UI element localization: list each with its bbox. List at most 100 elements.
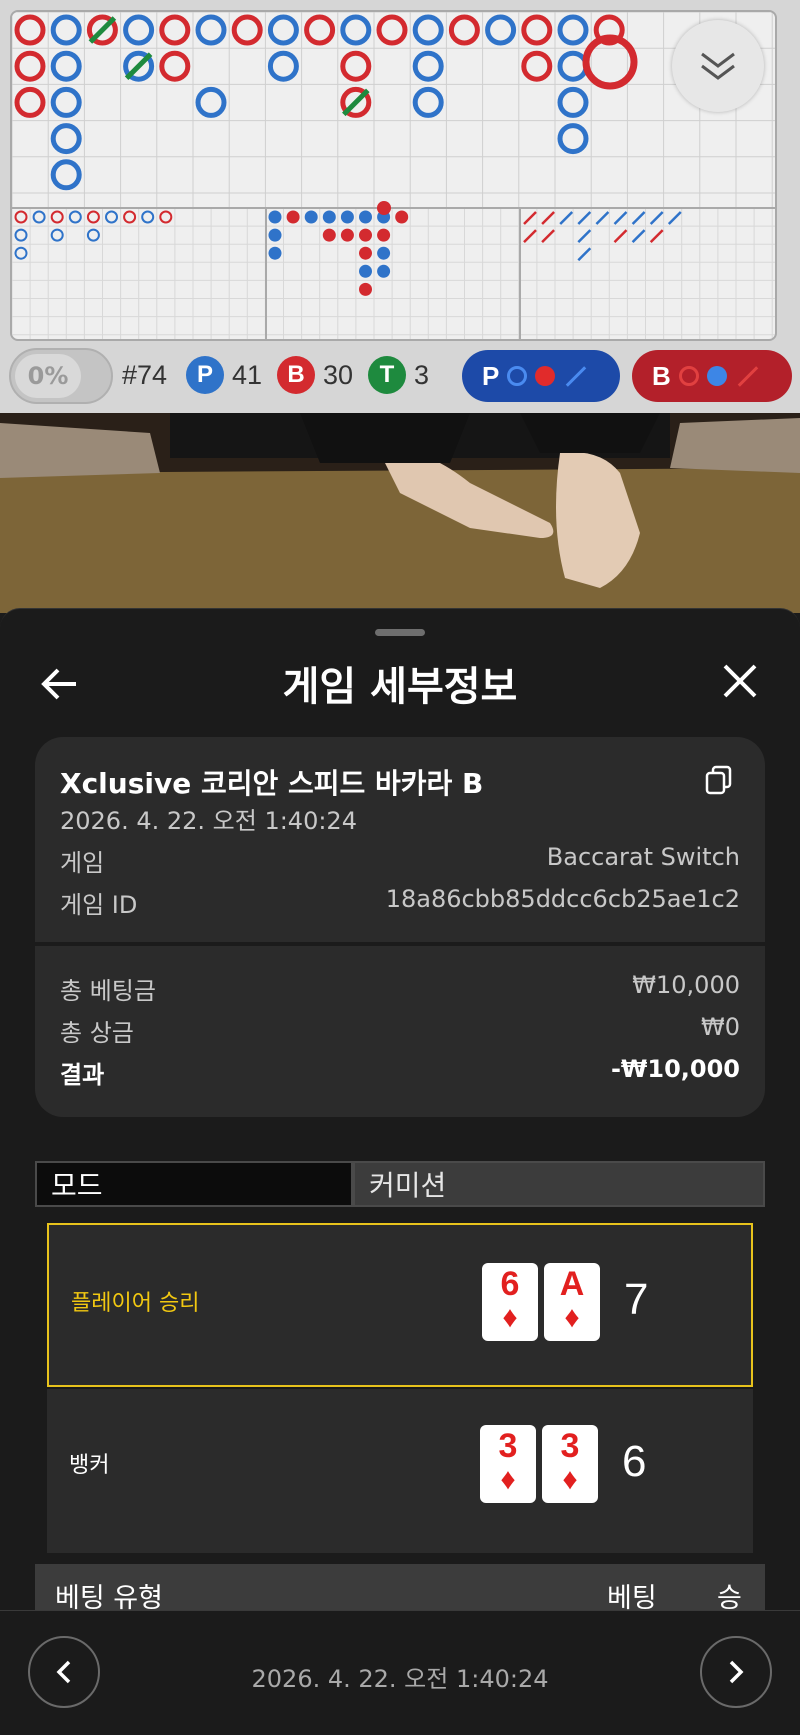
road-ring bbox=[412, 50, 444, 82]
game-details-sheet: 게임 세부정보 Xclusive 코리안 스피드 바카라 B 2026. 4. … bbox=[0, 608, 800, 1735]
card-rank: 6 bbox=[500, 1265, 520, 1303]
road-ring bbox=[304, 14, 336, 46]
history-navigation-footer: 2026. 4. 22. 오전 1:40:24 bbox=[0, 1610, 800, 1735]
small-ring bbox=[14, 210, 28, 224]
road-ring bbox=[231, 14, 263, 46]
road-ring bbox=[195, 86, 227, 118]
bead-dot bbox=[268, 228, 282, 242]
road-ring bbox=[412, 86, 444, 118]
game-value: Baccarat Switch bbox=[546, 843, 740, 871]
cockroach-slash bbox=[577, 229, 592, 243]
bead-dot bbox=[322, 228, 336, 242]
bead-dot bbox=[395, 210, 409, 224]
road-ring bbox=[14, 86, 46, 118]
playing-card: 3 ♦ bbox=[480, 1425, 536, 1503]
road-ring bbox=[448, 14, 480, 46]
game-id-value: 18a86cbb85ddcc6cb25ae1c2 bbox=[385, 885, 740, 913]
chevron-down-icon bbox=[701, 52, 735, 80]
diamond-suit-icon: ♦ bbox=[562, 1463, 578, 1496]
game-datetime: 2026. 4. 22. 오전 1:40:24 bbox=[60, 807, 357, 835]
total-win-label: 총 상금 bbox=[60, 1019, 134, 1047]
cockroach-slash bbox=[649, 229, 664, 243]
road-ring bbox=[485, 14, 517, 46]
total-bet-value: ₩10,000 bbox=[632, 971, 740, 999]
bead-dot bbox=[377, 264, 391, 278]
road-ring bbox=[557, 14, 589, 46]
bead-dot bbox=[286, 210, 300, 224]
road-ring bbox=[159, 50, 191, 82]
small-ring bbox=[68, 210, 82, 224]
bead-dot bbox=[322, 210, 336, 224]
bead-dot bbox=[340, 228, 354, 242]
player-count: 41 bbox=[232, 360, 263, 390]
road-ring bbox=[159, 14, 191, 46]
bead-dot bbox=[359, 210, 372, 224]
road-ring bbox=[50, 14, 82, 46]
road-ring bbox=[123, 14, 155, 46]
small-ring bbox=[123, 210, 137, 224]
player-total: 7 bbox=[624, 1275, 649, 1324]
player-predict-button[interactable]: P bbox=[462, 350, 620, 402]
mode-tabs: 모드 커미션 bbox=[35, 1161, 765, 1207]
small-ring bbox=[86, 228, 100, 242]
player-hand-label: 플레이어 승리 bbox=[71, 1291, 200, 1316]
red-dot-icon bbox=[535, 366, 556, 386]
road-ring bbox=[521, 14, 553, 46]
total-win-value: ₩0 bbox=[701, 1013, 740, 1041]
chevron-right-icon bbox=[729, 1660, 744, 1684]
bead-road-board bbox=[10, 10, 777, 341]
tab-commission[interactable]: 커미션 bbox=[353, 1161, 765, 1207]
banker-predict-button[interactable]: B bbox=[632, 350, 792, 402]
small-ring bbox=[105, 210, 118, 224]
tie-count: 3 bbox=[414, 360, 430, 390]
blue-slash-icon bbox=[566, 365, 587, 387]
road-ring bbox=[557, 123, 589, 155]
cockroach-slash bbox=[541, 211, 555, 225]
cockroach-slash bbox=[541, 229, 555, 243]
banker-badge: B bbox=[277, 356, 315, 394]
card-rank: 3 bbox=[560, 1427, 580, 1465]
bead-dot bbox=[268, 246, 282, 260]
road-ring bbox=[340, 50, 372, 82]
tab-mode[interactable]: 모드 bbox=[35, 1161, 353, 1207]
road-ring bbox=[267, 50, 299, 82]
playing-card: 3 ♦ bbox=[542, 1425, 598, 1503]
percent-value: 0% bbox=[15, 354, 81, 398]
bead-dot bbox=[377, 201, 391, 215]
collapse-roadmap-button[interactable] bbox=[672, 20, 764, 112]
red-ring-icon bbox=[678, 366, 699, 386]
road-ring bbox=[557, 86, 589, 118]
close-icon[interactable] bbox=[720, 661, 760, 701]
road-grid bbox=[12, 12, 775, 339]
total-bet-label: 총 베팅금 bbox=[60, 977, 156, 1005]
small-ring bbox=[50, 210, 64, 224]
bead-dot bbox=[359, 246, 372, 260]
percent-toggle[interactable]: 0% bbox=[9, 348, 113, 404]
playing-card: 6 ♦ bbox=[482, 1263, 538, 1341]
card-rank: 3 bbox=[498, 1427, 518, 1465]
game-summary-card: Xclusive 코리안 스피드 바카라 B 2026. 4. 22. 오전 1… bbox=[35, 737, 765, 1117]
player-predict-letter: P bbox=[482, 360, 500, 391]
small-ring bbox=[14, 246, 28, 260]
player-hand-row: 플레이어 승리 6 ♦ A ♦ 7 bbox=[47, 1223, 753, 1387]
live-dealer-video bbox=[0, 413, 800, 613]
small-ring bbox=[14, 228, 28, 242]
cockroach-slash bbox=[613, 211, 628, 225]
dealer-hands-image bbox=[0, 413, 800, 613]
cockroach-slash bbox=[577, 211, 592, 225]
banker-predict-letter: B bbox=[652, 360, 671, 391]
road-ring bbox=[267, 14, 299, 46]
sheet-drag-handle[interactable] bbox=[375, 629, 425, 636]
blue-ring-icon bbox=[507, 366, 528, 386]
banker-hand-label: 뱅커 bbox=[69, 1453, 110, 1478]
game-id-label: 게임 ID bbox=[60, 891, 138, 919]
next-game-button[interactable] bbox=[700, 1636, 772, 1708]
small-ring bbox=[141, 210, 155, 224]
copy-icon[interactable] bbox=[705, 765, 733, 795]
cockroach-slash bbox=[559, 211, 574, 225]
cockroach-slash bbox=[577, 247, 592, 262]
road-ring bbox=[50, 50, 82, 82]
card-divider bbox=[35, 942, 765, 946]
bead-dot bbox=[359, 282, 372, 296]
cockroach-slash bbox=[523, 211, 537, 225]
